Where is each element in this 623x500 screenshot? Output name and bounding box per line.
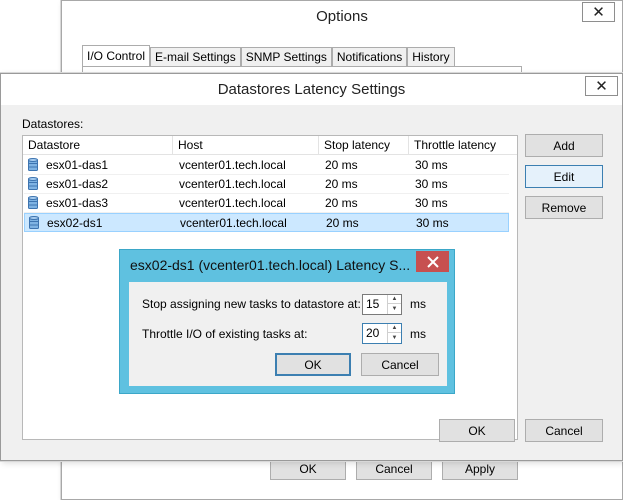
stop-spin-arrows[interactable]: ▲ ▼ — [387, 295, 401, 314]
cell-datastore: esx02-ds1 — [47, 216, 103, 230]
database-icon — [28, 196, 38, 209]
latency-cancel-button[interactable]: Cancel — [525, 419, 603, 442]
column-throttle-latency[interactable]: Throttle latency — [409, 136, 513, 155]
throttle-unit: ms — [410, 327, 426, 341]
cell-host: vcenter01.tech.local — [179, 158, 286, 172]
chevron-down-icon[interactable]: ▼ — [388, 333, 401, 342]
database-icon — [29, 216, 39, 229]
options-close-button[interactable]: ✕ — [582, 2, 615, 22]
table-row[interactable]: esx02-ds1 vcenter01.tech.local 20 ms 30 ms — [24, 213, 509, 232]
stop-latency-stepper[interactable]: 15 ▲ ▼ — [362, 294, 402, 315]
cell-throttle-latency: 30 ms — [415, 158, 448, 172]
chevron-up-icon[interactable]: ▲ — [388, 324, 401, 333]
database-icon — [28, 177, 38, 190]
close-icon: ✕ — [592, 4, 605, 21]
stop-label: Stop assigning new tasks to datastore at… — [142, 297, 361, 311]
cell-stop-latency: 20 ms — [326, 216, 359, 230]
cell-host: vcenter01.tech.local — [179, 177, 286, 191]
tab-notifications[interactable]: Notifications — [331, 47, 408, 67]
close-icon: ✕ — [595, 78, 608, 95]
datastores-label: Datastores: — [22, 117, 84, 131]
close-icon — [426, 255, 439, 268]
table-row[interactable]: esx01-das1 vcenter01.tech.local 20 ms 30 ms — [24, 156, 509, 175]
dialog-ok-button[interactable]: OK — [275, 353, 351, 376]
dialog-title: esx02-ds1 (vcenter01.tech.local) Latency… — [130, 257, 411, 273]
throttle-latency-stepper[interactable]: 20 ▲ ▼ — [362, 323, 402, 344]
options-title: Options — [316, 8, 368, 25]
options-tabs: I/O Control E-mail Settings SNMP Setting… — [82, 45, 455, 67]
tab-snmp-settings[interactable]: SNMP Settings — [240, 47, 332, 67]
cell-stop-latency: 20 ms — [325, 177, 358, 191]
cell-host: vcenter01.tech.local — [180, 216, 287, 230]
tab-io-control[interactable]: I/O Control — [82, 45, 151, 67]
cell-stop-latency: 20 ms — [325, 158, 358, 172]
latency-close-button[interactable]: ✕ — [585, 76, 618, 96]
cell-throttle-latency: 30 ms — [416, 216, 449, 230]
cell-datastore: esx01-das1 — [46, 158, 109, 172]
cell-throttle-latency: 30 ms — [415, 177, 448, 191]
latency-settings-title: Datastores Latency Settings — [1, 74, 622, 105]
datastore-latency-dialog: esx02-ds1 (vcenter01.tech.local) Latency… — [119, 249, 455, 394]
cell-datastore: esx01-das2 — [46, 177, 109, 191]
edit-button[interactable]: Edit — [525, 165, 603, 188]
throttle-spin-arrows[interactable]: ▲ ▼ — [387, 324, 401, 343]
list-header: Datastore Host Stop latency Throttle lat… — [23, 136, 517, 155]
cell-datastore: esx01-das3 — [46, 196, 109, 210]
column-host[interactable]: Host — [173, 136, 319, 155]
cell-stop-latency: 20 ms — [325, 196, 358, 210]
stop-unit: ms — [410, 297, 426, 311]
cell-throttle-latency: 30 ms — [415, 196, 448, 210]
add-button[interactable]: Add — [525, 134, 603, 157]
throttle-label: Throttle I/O of existing tasks at: — [142, 327, 308, 341]
chevron-up-icon[interactable]: ▲ — [388, 295, 401, 304]
dialog-cancel-button[interactable]: Cancel — [361, 353, 439, 376]
latency-ok-button[interactable]: OK — [439, 419, 515, 442]
stop-latency-value[interactable]: 15 — [366, 295, 379, 314]
remove-button[interactable]: Remove — [525, 196, 603, 219]
table-row[interactable]: esx01-das3 vcenter01.tech.local 20 ms 30 ms — [24, 194, 509, 213]
throttle-latency-value[interactable]: 20 — [366, 324, 379, 343]
column-datastore[interactable]: Datastore — [23, 136, 173, 155]
table-row[interactable]: esx01-das2 vcenter01.tech.local 20 ms 30 ms — [24, 175, 509, 194]
tab-email-settings[interactable]: E-mail Settings — [150, 47, 241, 67]
column-stop-latency[interactable]: Stop latency — [319, 136, 409, 155]
tab-history[interactable]: History — [407, 47, 455, 67]
database-icon — [28, 158, 38, 171]
cell-host: vcenter01.tech.local — [179, 196, 286, 210]
dialog-body: Stop assigning new tasks to datastore at… — [129, 282, 447, 386]
dialog-close-button[interactable] — [416, 251, 449, 272]
chevron-down-icon[interactable]: ▼ — [388, 304, 401, 313]
